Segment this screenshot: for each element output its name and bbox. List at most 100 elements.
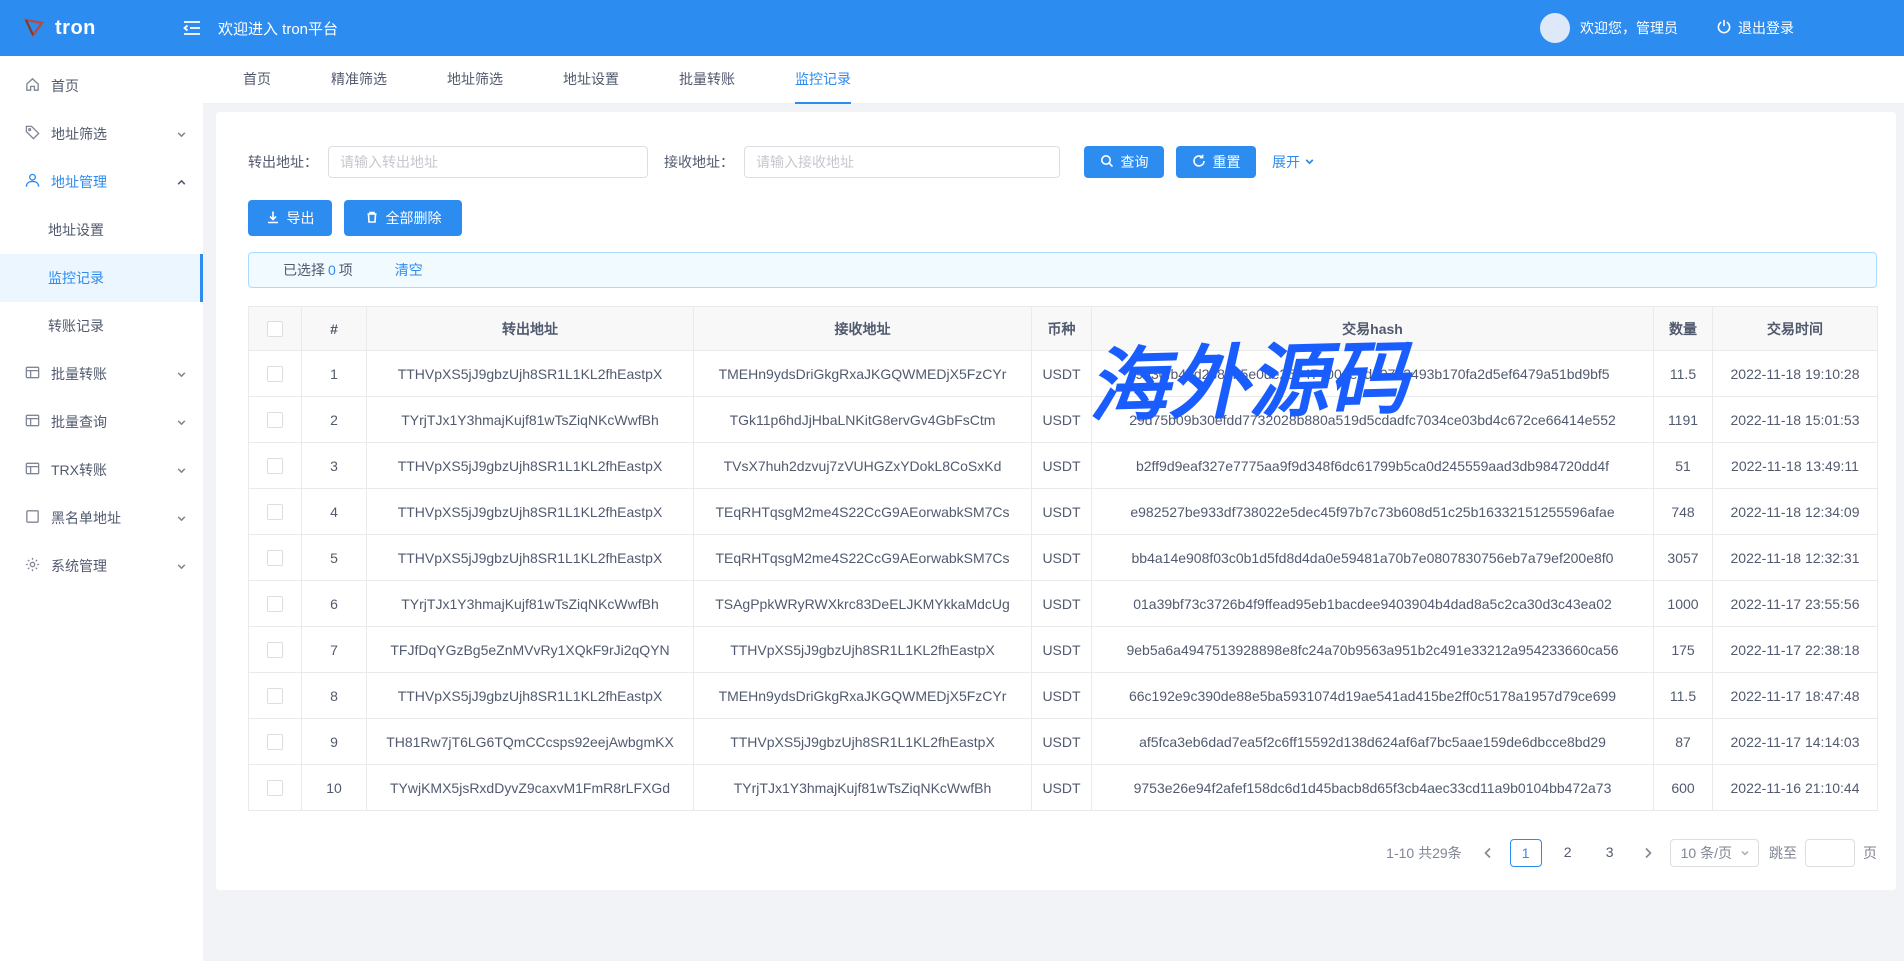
row-hash: e982527be933df738022e5dec45f97b7c73b608d… [1092, 489, 1654, 535]
row-coin: USDT [1032, 719, 1092, 765]
sidebar-item-label: 系统管理 [51, 556, 107, 576]
row-checkbox[interactable] [267, 688, 283, 704]
from-address-label: 转出地址： [248, 152, 318, 172]
prev-page-button[interactable] [1476, 839, 1500, 867]
row-checkbox[interactable] [267, 734, 283, 750]
row-from-address: TYrjTJx1Y3hmajKujf81wTsZiqNKcWwfBh [367, 581, 694, 627]
sidebar-item-home[interactable]: 首页 [0, 62, 203, 110]
col-amount: 数量 [1654, 307, 1713, 351]
page-1[interactable]: 1 [1510, 839, 1542, 867]
chevron-down-icon [1740, 845, 1750, 861]
row-index: 6 [302, 581, 367, 627]
clear-selection-link[interactable]: 清空 [395, 260, 423, 280]
tab-addr-settings[interactable]: 地址设置 [563, 56, 619, 104]
delete-all-button[interactable]: 全部删除 [344, 200, 462, 236]
row-index: 7 [302, 627, 367, 673]
row-checkbox[interactable] [267, 780, 283, 796]
row-index: 5 [302, 535, 367, 581]
reset-button[interactable]: 重置 [1176, 146, 1256, 178]
user-icon [24, 172, 41, 192]
next-page-button[interactable] [1636, 839, 1660, 867]
table-row: 6 TYrjTJx1Y3hmajKujf81wTsZiqNKcWwfBh TSA… [249, 581, 1878, 627]
row-checkbox[interactable] [267, 550, 283, 566]
sidebar-item-addr-filter[interactable]: 地址筛选 [0, 110, 203, 158]
row-hash: 01a39bf73c3726b4f9ffead95eb1bacdee940390… [1092, 581, 1654, 627]
logout-button[interactable]: 退出登录 [1716, 18, 1794, 38]
sidebar-item-label: 地址设置 [48, 220, 104, 240]
tab-precise-filter[interactable]: 精准筛选 [331, 56, 387, 104]
to-address-input[interactable] [744, 146, 1060, 178]
search-button[interactable]: 查询 [1084, 146, 1164, 178]
search-label: 查询 [1121, 152, 1149, 172]
row-from-address: TH81Rw7jT6LG6TQmCCcsps92eejAwbgmKX [367, 719, 694, 765]
sidebar-item-blacklist[interactable]: 黑名单地址 [0, 494, 203, 542]
row-coin: USDT [1032, 489, 1092, 535]
row-checkbox[interactable] [267, 642, 283, 658]
row-amount: 3057 [1654, 535, 1713, 581]
sidebar-item-addr-manage[interactable]: 地址管理 [0, 158, 203, 206]
sidebar-item-label: 转账记录 [48, 316, 104, 336]
col-to-address: 接收地址 [694, 307, 1032, 351]
row-checkbox[interactable] [267, 412, 283, 428]
row-time: 2022-11-18 12:34:09 [1713, 489, 1878, 535]
row-checkbox[interactable] [267, 504, 283, 520]
export-button[interactable]: 导出 [248, 200, 332, 236]
pagination: 1-10 共29条 1 2 3 10 条/页 [248, 839, 1877, 867]
row-to-address: TVsX7huh2dzvuj7zVUHGZxYDokL8CoSxKd [694, 443, 1032, 489]
page-2[interactable]: 2 [1552, 839, 1584, 867]
row-checkbox[interactable] [267, 596, 283, 612]
row-amount: 600 [1654, 765, 1713, 811]
table-body: 1 TTHVpXS5jJ9gbzUjh8SR1L1KL2fhEastpX TME… [249, 351, 1878, 811]
sidebar: 首页 地址筛选 地址管理 地址设置 监控记录 转账记录 [0, 56, 203, 961]
row-checkbox[interactable] [267, 366, 283, 382]
row-coin: USDT [1032, 397, 1092, 443]
row-index: 2 [302, 397, 367, 443]
row-index: 10 [302, 765, 367, 811]
row-hash: bb4a14e908f03c0b1d5fd8d4da0e59481a70b7e0… [1092, 535, 1654, 581]
select-all-checkbox[interactable] [267, 321, 283, 337]
row-index: 1 [302, 351, 367, 397]
sidebar-item-monitor-records[interactable]: 监控记录 [0, 254, 203, 302]
square-icon [24, 508, 41, 528]
row-coin: USDT [1032, 535, 1092, 581]
sidebar-item-batch-transfer[interactable]: 批量转账 [0, 350, 203, 398]
row-from-address: TYwjKMX5jsRxdDyvZ9caxvM1FmR8rLFXGd [367, 765, 694, 811]
chevron-down-icon [176, 513, 187, 524]
sidebar-item-addr-settings[interactable]: 地址设置 [0, 206, 203, 254]
row-checkbox[interactable] [267, 458, 283, 474]
row-coin: USDT [1032, 627, 1092, 673]
expand-toggle[interactable]: 展开 [1272, 152, 1315, 172]
tab-addr-filter[interactable]: 地址筛选 [447, 56, 503, 104]
page-size-select[interactable]: 10 条/页 [1670, 839, 1759, 867]
sidebar-item-transfer-records[interactable]: 转账记录 [0, 302, 203, 350]
row-amount: 748 [1654, 489, 1713, 535]
tab-monitor-records[interactable]: 监控记录 [795, 56, 851, 104]
tab-home[interactable]: 首页 [243, 56, 271, 104]
jump-page-input[interactable] [1805, 839, 1855, 867]
page-3[interactable]: 3 [1594, 839, 1626, 867]
chevron-down-icon [176, 129, 187, 140]
tab-batch-transfer[interactable]: 批量转账 [679, 56, 735, 104]
table-row: 9 TH81Rw7jT6LG6TQmCCcsps92eejAwbgmKX TTH… [249, 719, 1878, 765]
row-to-address: TMEHn9ydsDriGkgRxaJKGQWMEDjX5FzCYr [694, 351, 1032, 397]
reset-label: 重置 [1213, 152, 1241, 172]
sidebar-item-system[interactable]: 系统管理 [0, 542, 203, 590]
grid-icon [24, 460, 41, 480]
row-coin: USDT [1032, 673, 1092, 719]
row-time: 2022-11-17 18:47:48 [1713, 673, 1878, 719]
sidebar-item-trx-transfer[interactable]: TRX转账 [0, 446, 203, 494]
chevron-down-icon [176, 561, 187, 572]
avatar[interactable] [1540, 13, 1570, 43]
row-from-address: TYrjTJx1Y3hmajKujf81wTsZiqNKcWwfBh [367, 397, 694, 443]
menu-fold-icon[interactable] [182, 19, 202, 37]
sidebar-item-batch-query[interactable]: 批量查询 [0, 398, 203, 446]
expand-label: 展开 [1272, 152, 1300, 172]
sidebar-item-label: 地址管理 [51, 172, 107, 192]
row-from-address: TFJfDqYGzBg5eZnMVvRy1XQkF9rJi2qQYN [367, 627, 694, 673]
row-index: 4 [302, 489, 367, 535]
table-row: 3 TTHVpXS5jJ9gbzUjh8SR1L1KL2fhEastpX TVs… [249, 443, 1878, 489]
tab-bar: 首页 精准筛选 地址筛选 地址设置 批量转账 监控记录 [203, 56, 1904, 104]
from-address-input[interactable] [328, 146, 648, 178]
col-time: 交易时间 [1713, 307, 1878, 351]
row-amount: 87 [1654, 719, 1713, 765]
